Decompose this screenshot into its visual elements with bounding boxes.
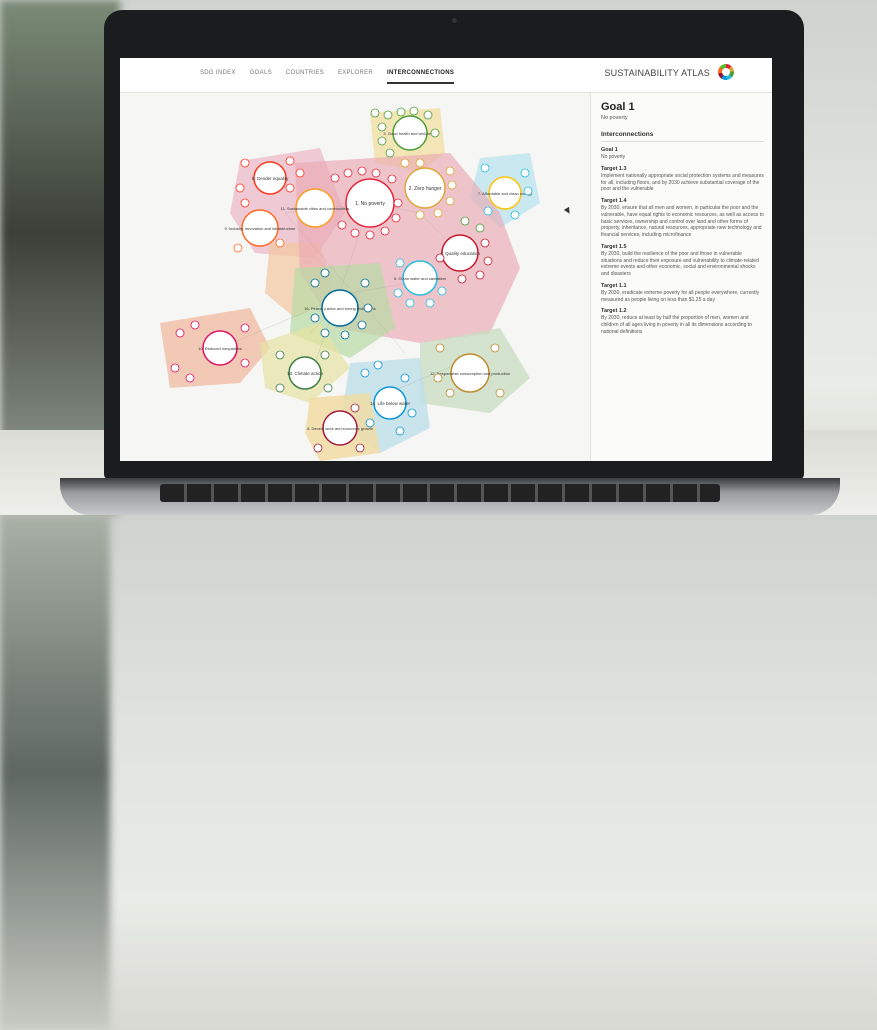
svg-text:9. Industry, innovation and in: 9. Industry, innovation and infrastructu…: [224, 226, 296, 231]
entry-title[interactable]: Target 1.5: [601, 244, 764, 250]
entry-title[interactable]: Target 1.3: [601, 166, 764, 172]
entry-text: Implement nationally appropriate social …: [601, 172, 764, 193]
goal-subtitle: No poverty: [601, 115, 628, 121]
entry-text: By 2030, ensure that all men and women, …: [601, 205, 764, 238]
entry-title[interactable]: Target 1.1: [601, 283, 764, 289]
svg-text:14. Life below water: 14. Life below water: [370, 401, 411, 406]
svg-text:1. No poverty: 1. No poverty: [355, 201, 385, 207]
goal-circle-no-poverty[interactable]: 1. No poverty: [345, 178, 395, 228]
svg-text:2. Zero hunger: 2. Zero hunger: [409, 186, 442, 192]
keyboard: [160, 484, 720, 502]
goal-detail-panel: Goal 1 No poverty Interconnections Goal …: [590, 93, 772, 461]
top-navigation-bar: SDG INDEX GOALS COUNTRIES EXPLORER INTER…: [120, 58, 772, 93]
sdg-wheel-logo-icon[interactable]: [718, 64, 734, 80]
brand-title[interactable]: SUSTAINABILITY ATLAS: [604, 68, 710, 78]
interconnections-heading: Interconnections: [601, 131, 764, 142]
nav-item-sdg-index[interactable]: SDG INDEX: [200, 70, 236, 84]
svg-text:3. Good health and well-being: 3. Good health and well-being: [383, 131, 436, 136]
goal-circle-zero-hunger[interactable]: 2. Zero hunger: [404, 167, 446, 209]
nav-item-interconnections[interactable]: INTERCONNECTIONS: [387, 70, 455, 84]
entry-title[interactable]: Goal 1: [601, 147, 764, 153]
svg-text:8. Decent work and economic gr: 8. Decent work and economic growth: [307, 426, 373, 431]
background-right: [0, 515, 110, 1030]
laptop-screen: SDG INDEX GOALS COUNTRIES EXPLORER INTER…: [120, 58, 772, 461]
nav-item-countries[interactable]: COUNTRIES: [286, 70, 324, 84]
svg-text:11. Sustainable cities and com: 11. Sustainable cities and communities: [281, 206, 350, 211]
nav-item-explorer[interactable]: EXPLORER: [338, 70, 373, 84]
entry-text: By 2030, reduce at least by half the pro…: [601, 315, 752, 335]
svg-text:6. Clean water and sanitation: 6. Clean water and sanitation: [394, 276, 446, 281]
main-nav: SDG INDEX GOALS COUNTRIES EXPLORER INTER…: [200, 70, 455, 84]
entry-text: By 2030, eradicate extreme poverty for a…: [601, 289, 760, 303]
svg-text:5. Gender equality: 5. Gender equality: [252, 176, 290, 181]
goal-title: Goal 1: [601, 101, 635, 113]
entry-title[interactable]: Target 1.4: [601, 198, 764, 204]
svg-text:4. Quality education: 4. Quality education: [440, 251, 480, 256]
camera-icon: [452, 18, 457, 23]
svg-text:12. Responsible consumption an: 12. Responsible consumption and producti…: [430, 371, 510, 376]
entry-text: By 2030, build the resilience of the poo…: [601, 250, 759, 277]
svg-text:10. Reduced inequalities: 10. Reduced inequalities: [198, 346, 242, 351]
interconnections-bubble-graph[interactable]: 1. No poverty 2. Zero hunger 3. Good hea…: [120, 93, 590, 461]
entry-title[interactable]: Target 1.2: [601, 308, 764, 314]
entry-text: No poverty: [601, 154, 626, 160]
nav-item-goals[interactable]: GOALS: [250, 70, 272, 84]
svg-text:13. Climate action: 13. Climate action: [287, 371, 324, 376]
